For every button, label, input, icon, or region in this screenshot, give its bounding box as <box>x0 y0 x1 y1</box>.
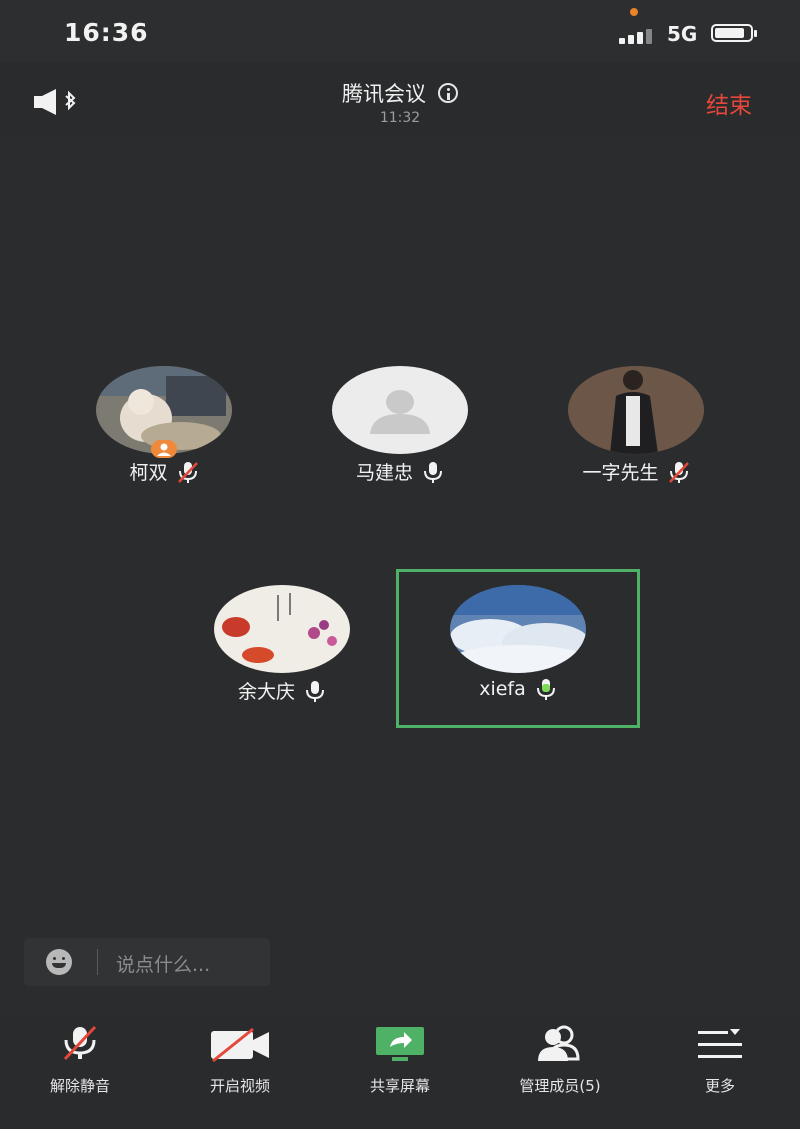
recording-indicator-icon <box>630 8 638 16</box>
mic-icon <box>424 461 442 483</box>
info-icon[interactable] <box>438 83 458 103</box>
meeting-header: 腾讯会议 11:32 结束 <box>0 62 800 134</box>
mic-muted-icon <box>177 461 198 483</box>
signal-strength-icon <box>619 24 659 44</box>
participant-tile[interactable]: 柯双 <box>59 366 269 496</box>
participant-name: xiefa <box>479 678 526 700</box>
more-menu-icon <box>698 1029 742 1058</box>
participant-avatar <box>214 585 350 673</box>
network-type: 5G <box>667 22 698 46</box>
start-video-label: 开启视频 <box>209 1077 270 1095</box>
divider <box>97 949 98 975</box>
participant-tile[interactable]: 一字先生 <box>531 366 741 496</box>
participant-name: 马建忠 <box>355 462 413 484</box>
meeting-duration: 11:32 <box>379 110 421 126</box>
more-button[interactable]: 更多 <box>640 1023 800 1103</box>
participant-name-row: 柯双 <box>59 458 269 485</box>
status-time: 16:36 <box>64 18 149 47</box>
members-icon <box>538 1025 580 1061</box>
share-screen-icon <box>376 1027 424 1061</box>
meeting-title: 腾讯会议 <box>342 82 426 106</box>
participant-name: 一字先生 <box>582 462 659 484</box>
share-screen-label: 共享屏幕 <box>369 1077 430 1095</box>
share-screen-button[interactable]: 共享屏幕 <box>320 1023 480 1103</box>
mic-muted-icon <box>668 461 689 483</box>
battery-icon <box>711 24 757 42</box>
participant-name-row: xiefa <box>413 677 623 701</box>
mic-speaking-icon <box>536 679 555 700</box>
chat-placeholder: 说点什么... <box>116 954 211 976</box>
more-label: 更多 <box>704 1077 735 1095</box>
participant-tile[interactable]: 余大庆 <box>177 585 387 715</box>
battery-level <box>715 28 744 38</box>
mic-icon <box>306 680 324 702</box>
status-bar: 16:36 5G <box>0 0 800 62</box>
manage-members-label: 管理成员(5) <box>519 1077 601 1095</box>
mic-muted-icon <box>63 1025 97 1061</box>
meeting-toolbar: 解除静音 开启视频 共享屏幕 管理成员(5) 更多 <box>0 1015 800 1129</box>
participant-tile[interactable]: 马建忠 <box>295 366 505 496</box>
end-meeting-button[interactable]: 结束 <box>706 86 752 120</box>
emoji-icon[interactable] <box>46 949 72 975</box>
unmute-button[interactable]: 解除静音 <box>0 1023 160 1103</box>
participant-avatar <box>568 366 704 454</box>
meeting-title-row: 腾讯会议 <box>0 78 800 108</box>
participant-name: 余大庆 <box>237 681 295 703</box>
participant-tile[interactable]: xiefa <box>413 585 623 715</box>
default-avatar-icon <box>332 366 468 454</box>
unmute-label: 解除静音 <box>49 1077 110 1095</box>
participant-name-row: 一字先生 <box>531 458 741 485</box>
host-badge-icon <box>151 440 177 458</box>
video-off-icon <box>211 1027 269 1063</box>
participant-avatar <box>450 585 586 673</box>
participant-name-row: 马建忠 <box>295 458 505 485</box>
start-video-button[interactable]: 开启视频 <box>160 1023 320 1103</box>
chat-input[interactable]: 说点什么... <box>24 938 270 986</box>
participant-name-row: 余大庆 <box>177 677 387 704</box>
participant-name: 柯双 <box>129 462 168 484</box>
manage-members-button[interactable]: 管理成员(5) <box>480 1023 640 1103</box>
